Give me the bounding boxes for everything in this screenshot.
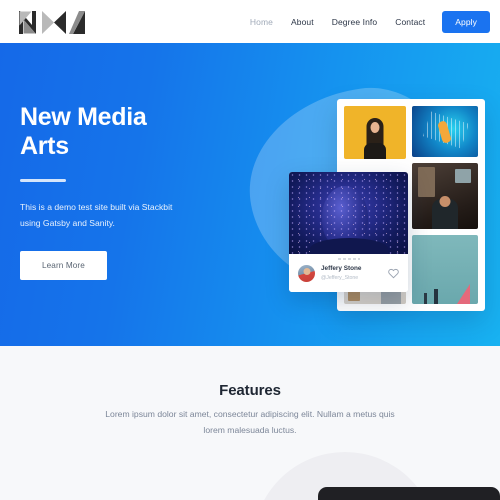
device-mockup [318, 487, 500, 500]
collage-tile-interior-dark [412, 163, 478, 229]
heart-icon[interactable] [388, 268, 399, 279]
figure-face [370, 122, 380, 133]
hero-title: New Media Arts [20, 103, 230, 161]
hero-copy: New Media Arts This is a demo test site … [20, 103, 230, 280]
figure-body [364, 143, 386, 159]
collage-tile-portrait-yellow [344, 106, 406, 159]
nav-item-about[interactable]: About [282, 17, 323, 27]
main-nav: Home About Degree Info Contact Apply [241, 0, 490, 43]
collage-column-right [412, 106, 478, 304]
card-drag-handle [337, 258, 360, 260]
interior-door [418, 167, 435, 197]
person-photo [289, 172, 408, 254]
hero-divider [20, 179, 66, 182]
architecture-pink-shape [457, 284, 470, 304]
person-shoulders [309, 238, 388, 254]
hero-section: New Media Arts This is a demo test site … [0, 43, 500, 346]
interior-figure-head [439, 196, 451, 207]
person-meta: Jeffery Stone @Jeffery_Stone [289, 254, 408, 292]
nav-item-degree-info[interactable]: Degree Info [323, 17, 387, 27]
person-identity: Jeffery Stone @Jeffery_Stone [321, 265, 362, 281]
site-header: Home About Degree Info Contact Apply [0, 0, 500, 43]
hero-paragraph: This is a demo test site built via Stack… [20, 201, 173, 229]
features-subtitle: Lorem ipsum dolor sit amet, consectetur … [105, 409, 395, 435]
interior-window [455, 169, 471, 183]
featured-person-card[interactable]: Jeffery Stone @Jeffery_Stone [289, 172, 408, 292]
features-title: Features [219, 382, 281, 399]
architecture-post-2 [434, 289, 438, 304]
nav-item-contact[interactable]: Contact [386, 17, 434, 27]
collage-tile-action-teal [412, 106, 478, 157]
features-section: Features Lorem ipsum dolor sit amet, con… [0, 346, 500, 500]
architecture-post-1 [424, 293, 427, 304]
collage-tile-architecture-teal [412, 235, 478, 304]
avatar [298, 264, 315, 282]
hero-title-line-2: Arts [20, 132, 69, 160]
nav-item-home[interactable]: Home [241, 17, 282, 27]
hero-title-line-1: New Media [20, 103, 147, 131]
apply-button[interactable]: Apply [442, 10, 490, 33]
learn-more-button[interactable]: Learn More [20, 251, 107, 280]
person-name: Jeffery Stone [321, 265, 362, 272]
person-handle: @Jeffery_Stone [321, 274, 359, 281]
page-root: Home About Degree Info Contact Apply New… [0, 0, 500, 500]
nma-logo-icon[interactable] [19, 11, 89, 34]
